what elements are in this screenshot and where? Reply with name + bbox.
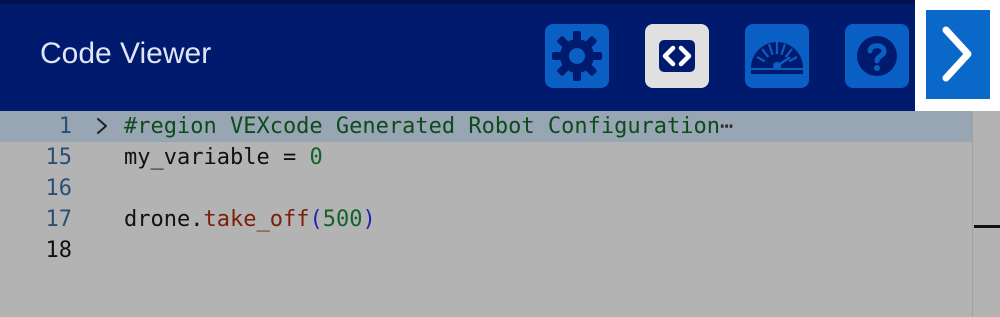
region-comment: #region VEXcode Generated Robot Configur… <box>124 114 721 139</box>
next-panel-button[interactable] <box>926 10 990 99</box>
header-bar: Code Viewer <box>0 0 1000 111</box>
code-button[interactable] <box>645 24 709 88</box>
fold-chevron-icon[interactable] <box>93 115 111 137</box>
gear-icon <box>552 31 602 81</box>
code-line[interactable]: my_variable = 0 <box>124 142 323 173</box>
help-button[interactable] <box>845 24 909 88</box>
line-number: 1 <box>58 114 72 139</box>
line-number: 16 <box>45 176 73 201</box>
question-icon <box>857 36 897 76</box>
code-editor[interactable]: 1 15 16 17 18 #region VEXcode Generated … <box>0 111 1000 317</box>
scrollbar-track[interactable] <box>972 111 973 317</box>
line-number: 18 <box>45 238 73 263</box>
gauge-icon <box>751 42 803 74</box>
code-line[interactable]: drone.take_off(500) <box>124 204 376 235</box>
page-title: Code Viewer <box>40 37 212 70</box>
line-number: 17 <box>45 207 73 232</box>
folded-ellipsis[interactable]: ⋯ <box>720 114 733 139</box>
code-line[interactable]: #region VEXcode Generated Robot Configur… <box>124 111 733 142</box>
line-number: 15 <box>45 145 73 170</box>
header-top-line <box>0 0 915 4</box>
code-brackets-icon <box>659 40 695 72</box>
chevron-right-icon <box>942 26 972 82</box>
scrollbar-cursor-marker <box>974 225 1000 228</box>
dashboard-button[interactable] <box>745 24 809 88</box>
settings-button[interactable] <box>545 24 609 88</box>
